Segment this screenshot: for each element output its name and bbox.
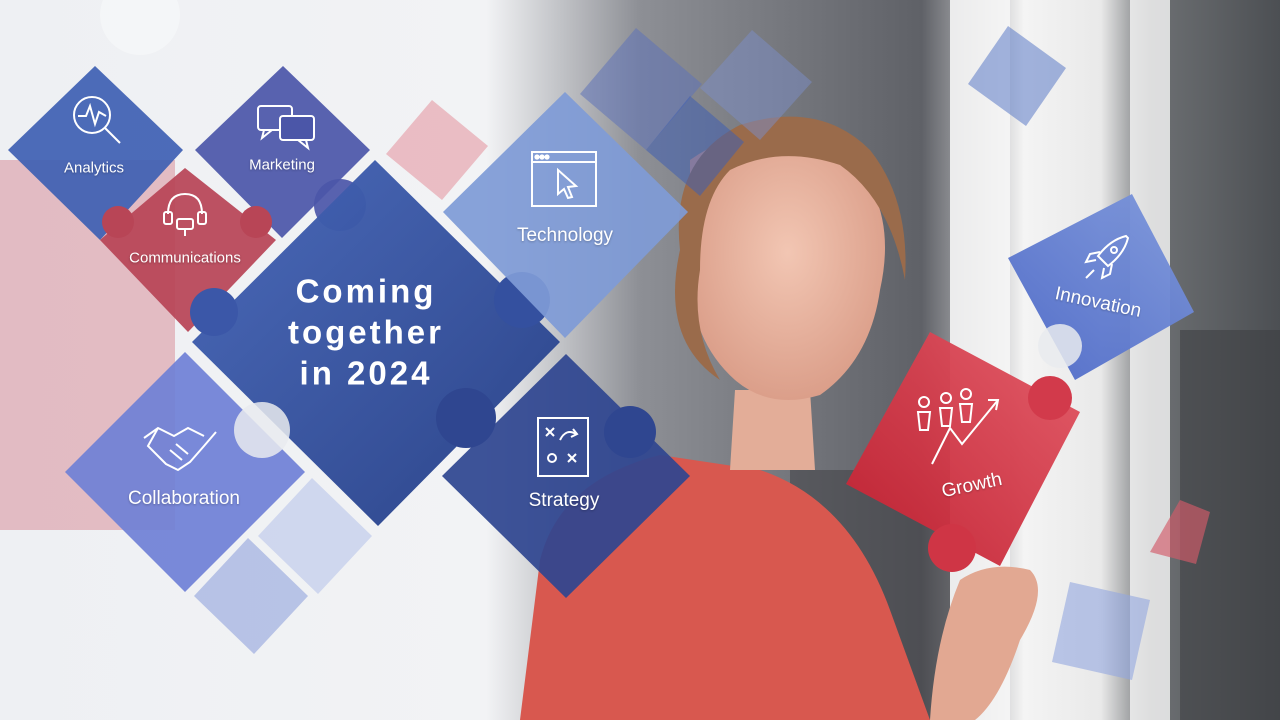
analytics-label: Analytics [63,159,125,177]
communications-label: Communications [129,249,241,267]
technology-label: Technology [516,225,614,246]
headline-line-2: together [288,313,444,351]
marketing-label: Marketing [249,156,315,174]
hero-graphic [0,0,1280,720]
headline-line-1: Coming [295,272,437,310]
collaboration-label: Collaboration [128,488,240,509]
strategy-label: Strategy [528,490,600,511]
headline: Coming together in 2024 [288,271,444,394]
headline-line-3: in 2024 [299,354,433,392]
